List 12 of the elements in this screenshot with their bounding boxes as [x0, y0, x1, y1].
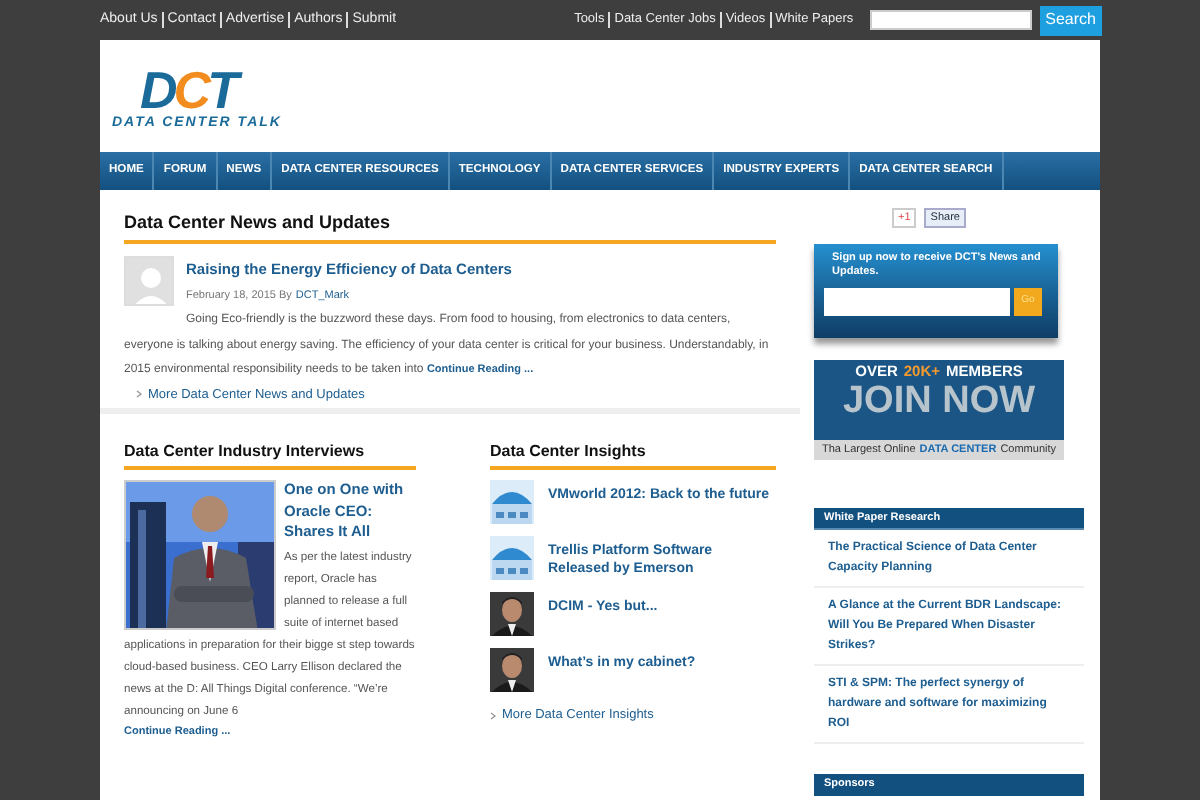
avatar-icon	[124, 255, 174, 305]
section-heading: Data Center Industry Interviews	[124, 440, 416, 470]
logo-letter: T	[207, 63, 235, 115]
banner-headline: JOIN NOW	[842, 382, 1036, 420]
logo-letter: C	[173, 63, 208, 115]
chevron-icon	[136, 390, 142, 399]
section-heading: Data Center Insights	[490, 440, 776, 470]
chevron-icon	[490, 711, 496, 720]
logo-letter: D	[140, 63, 174, 115]
search-field[interactable]	[869, 10, 1032, 30]
email-field[interactable]	[824, 288, 1010, 316]
section-heading: Data Center News and Updates	[124, 210, 776, 243]
